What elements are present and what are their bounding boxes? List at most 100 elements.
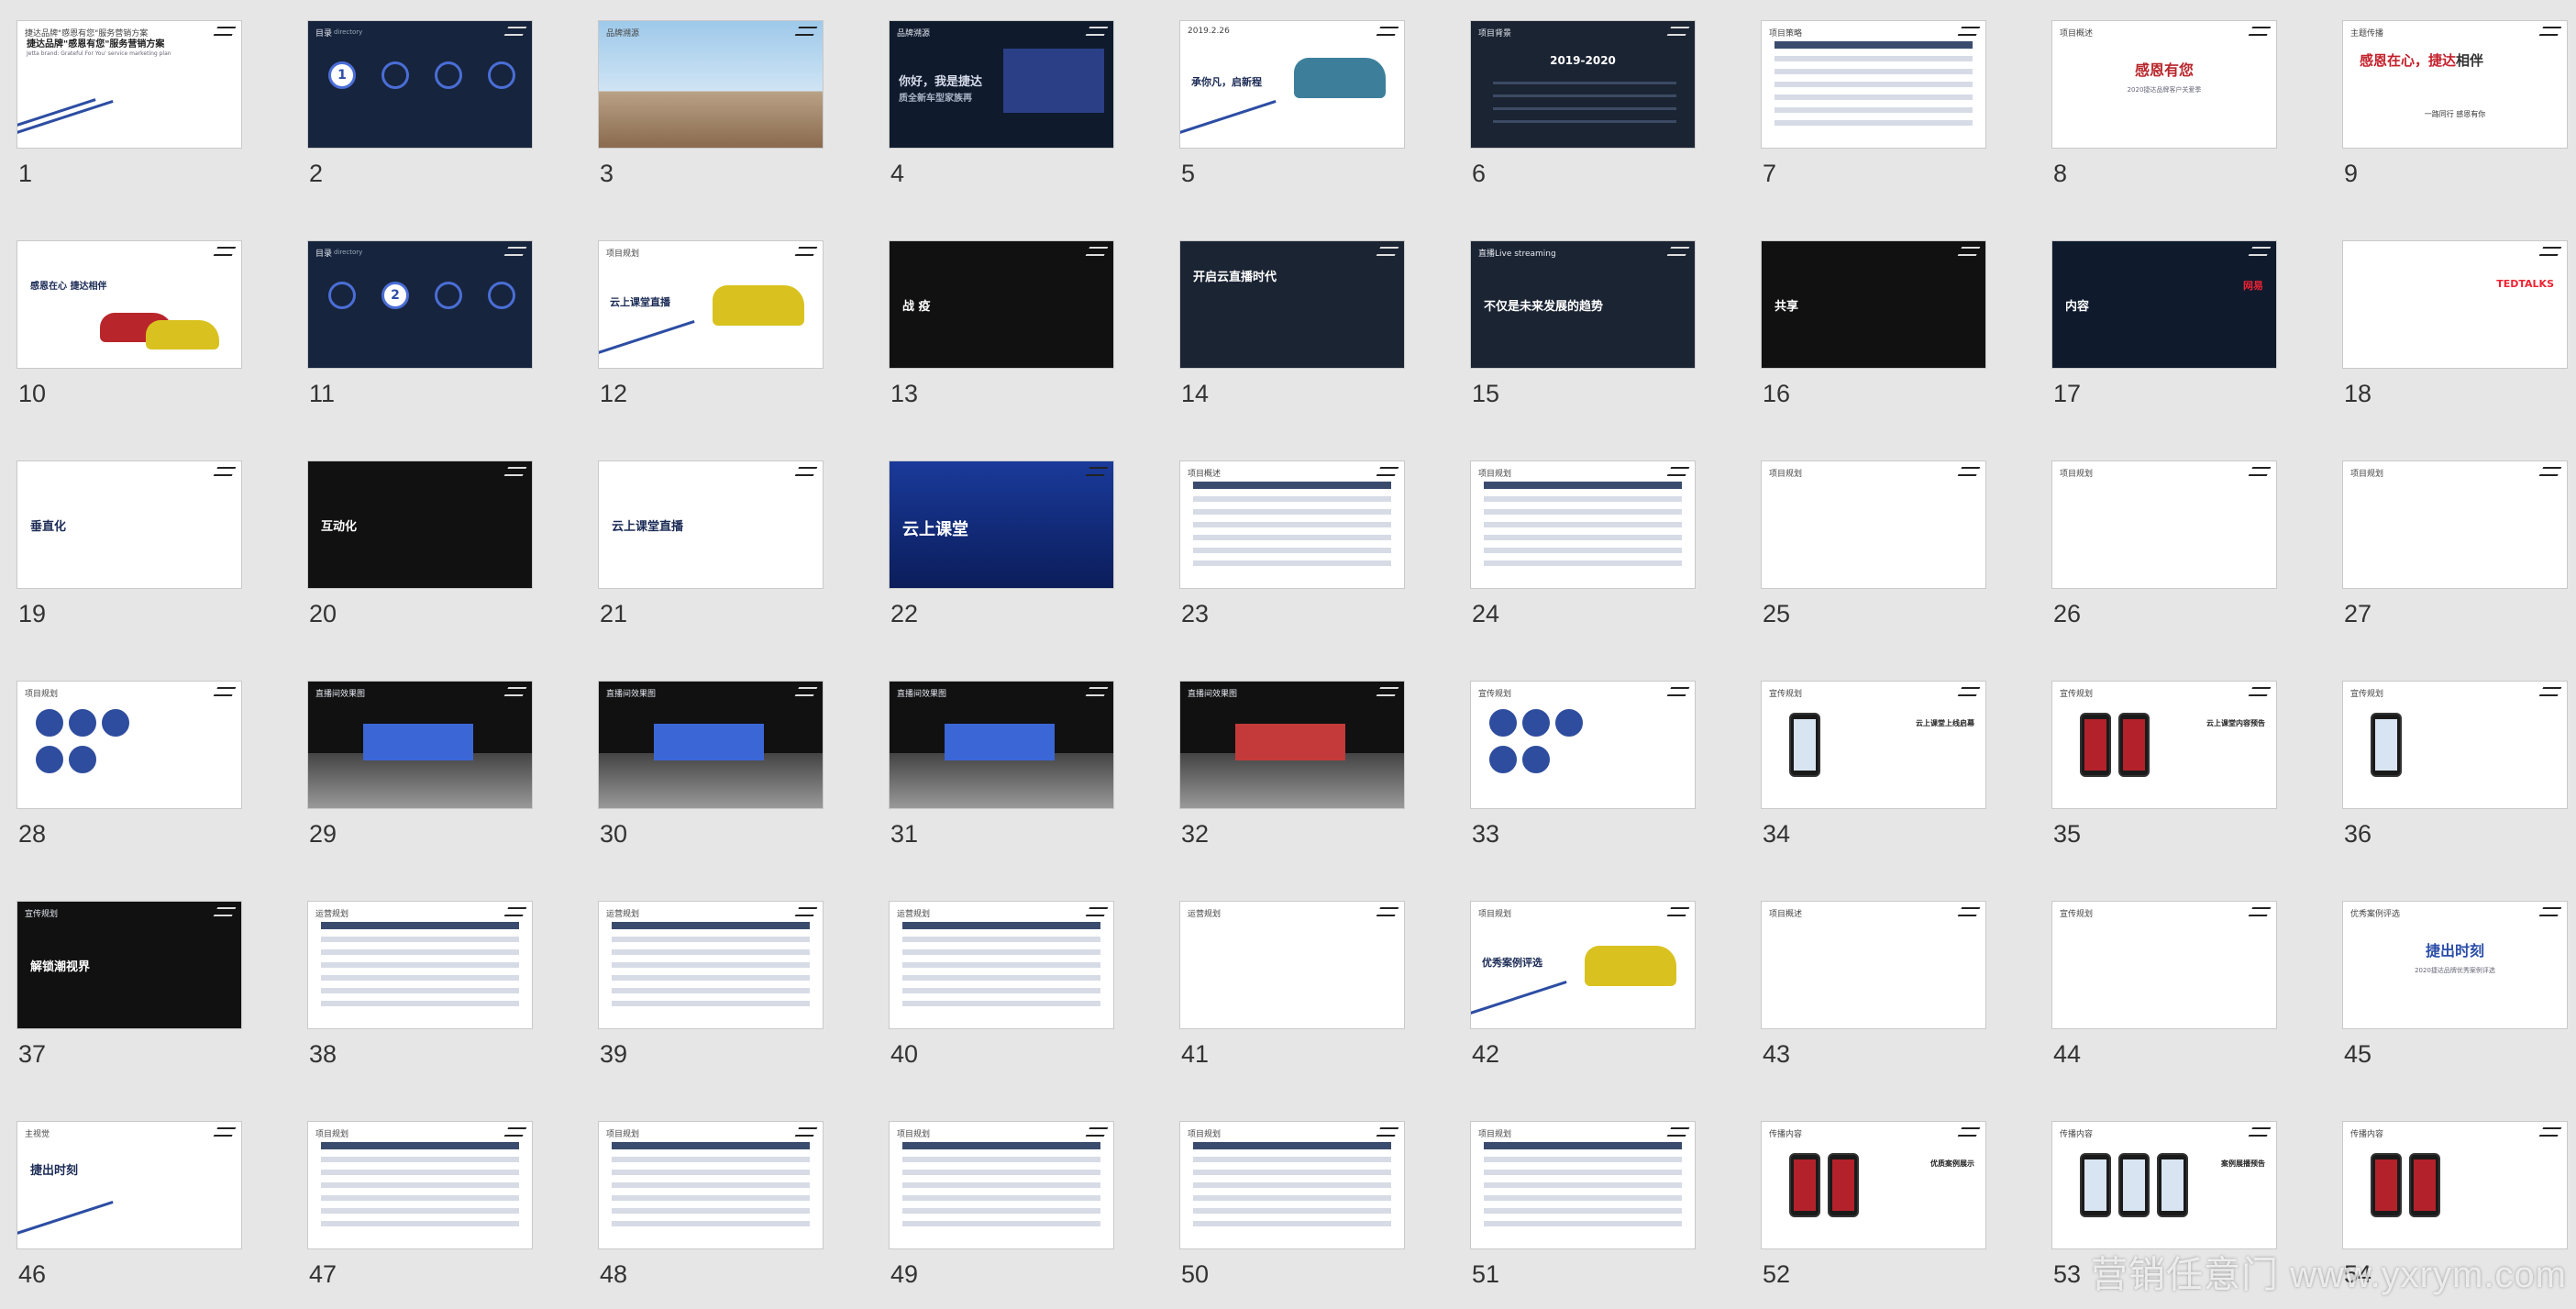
circle-node (1522, 709, 1550, 737)
slide-cell: 宣传规划 36 (2342, 681, 2568, 901)
slide-number: 41 (1181, 1040, 1210, 1068)
jetta-logo-icon (213, 467, 237, 476)
slide-thumbnail-36[interactable]: 宣传规划 (2342, 681, 2568, 809)
jetta-logo-icon (2538, 1127, 2562, 1137)
slide-thumbnail-20[interactable]: 互动化 (307, 460, 533, 589)
slide-thumbnail-43[interactable]: 项目概述 (1761, 901, 1986, 1029)
slide-thumbnail-8[interactable]: 项目概述 感恩有您 2020捷达品牌客户关爱季 (2051, 20, 2277, 149)
slide-thumbnail-12[interactable]: 项目规划 云上课堂直播 (598, 240, 824, 369)
slide-thumbnail-2[interactable]: 目录 directory 1 (307, 20, 533, 149)
jetta-logo-icon (503, 27, 527, 36)
slide-thumbnail-26[interactable]: 项目规划 (2051, 460, 2277, 589)
slide-number: 50 (1181, 1260, 1210, 1288)
table-row (321, 1157, 519, 1162)
slide-thumbnail-51[interactable]: 项目规划 (1470, 1121, 1696, 1249)
table-row (321, 975, 519, 981)
contents-ring-icon (488, 61, 515, 89)
table-row (1484, 496, 1682, 502)
slide-cell: 项目规划 27 (2342, 460, 2568, 681)
slide-thumbnail-31[interactable]: 直播间效果图 (889, 681, 1114, 809)
slide-thumbnail-46[interactable]: 主视觉 捷出时刻 (17, 1121, 242, 1249)
slide-thumbnail-34[interactable]: 宣传规划 云上课堂上线启幕 (1761, 681, 1986, 809)
slide-thumbnail-37[interactable]: 宣传规划 解锁潮视界 (17, 901, 242, 1029)
slide-thumbnail-4[interactable]: 品牌溯源 你好，我是捷达 质全新车型家族再 (889, 20, 1114, 149)
table-row (612, 1001, 810, 1006)
slide-thumbnail-32[interactable]: 直播间效果图 (1179, 681, 1405, 809)
slide-header: 项目规划 (2350, 470, 2384, 479)
slide-thumbnail-40[interactable]: 运营规划 (889, 901, 1114, 1029)
slide-cell: 直播间效果图 30 (598, 681, 824, 901)
slide-thumbnail-50[interactable]: 项目规划 (1179, 1121, 1405, 1249)
slide-text: 案例展播预告 (2221, 1159, 2265, 1168)
slide-thumbnail-54[interactable]: 传播内容 (2342, 1121, 2568, 1249)
jetta-logo-icon (1666, 247, 1690, 256)
slide-thumbnail-19[interactable]: 垂直化 (17, 460, 242, 589)
slide-thumbnail-29[interactable]: 直播间效果图 (307, 681, 533, 809)
table-row (1193, 1221, 1391, 1226)
slide-thumbnail-14[interactable]: 开启云直播时代 (1179, 240, 1405, 369)
jetta-logo-icon (1085, 687, 1109, 696)
slide-cell: 项目背景 2019-2020 6 (1470, 20, 1696, 240)
slide-header: 直播间效果图 (606, 690, 657, 699)
slide-thumbnail-15[interactable]: 直播Live streaming 不仅是未来发展的趋势 (1470, 240, 1696, 369)
slide-thumbnail-38[interactable]: 运营规划 (307, 901, 533, 1029)
slide-thumbnail-11[interactable]: 目录 directory 2 (307, 240, 533, 369)
table-header-bar (612, 1142, 810, 1149)
slide-cell: 项目策略 7 (1761, 20, 1986, 240)
slide-text: 质全新车型家族再 (899, 94, 972, 104)
jetta-logo-icon (1376, 27, 1399, 36)
slide-thumbnail-39[interactable]: 运营规划 (598, 901, 824, 1029)
phone-mockup (2080, 713, 2111, 777)
car-image (1294, 58, 1386, 98)
slide-number: 4 (890, 160, 905, 187)
slide-thumbnail-47[interactable]: 项目规划 (307, 1121, 533, 1249)
slide-text: 你好，我是捷达 (899, 75, 983, 89)
jetta-logo-icon (1666, 687, 1690, 696)
slide-text: 捷达品牌"感恩有您"服务营销方案 (27, 39, 165, 50)
slide-thumbnail-24[interactable]: 项目规划 (1470, 460, 1696, 589)
slide-thumbnail-28[interactable]: 项目规划 (17, 681, 242, 809)
slide-thumbnail-49[interactable]: 项目规划 (889, 1121, 1114, 1249)
slide-thumbnail-45[interactable]: 优秀案例评选 捷出时刻 2020捷达品牌优秀案例评选 (2342, 901, 2568, 1029)
slide-thumbnail-18[interactable]: 精品化 TEDTALKS (2342, 240, 2568, 369)
slide-thumbnail-30[interactable]: 直播间效果图 (598, 681, 824, 809)
slide-cell: 精品化 TEDTALKS 18 (2342, 240, 2568, 460)
slide-thumbnail-16[interactable]: 共享 (1761, 240, 1986, 369)
slide-number: 37 (18, 1040, 47, 1068)
slide-thumbnail-27[interactable]: 项目规划 (2342, 460, 2568, 589)
decor-stripe (17, 1200, 114, 1237)
slide-thumbnail-7[interactable]: 项目策略 (1761, 20, 1986, 149)
slide-thumbnail-23[interactable]: 项目概述 (1179, 460, 1405, 589)
slide-header: 直播间效果图 (1188, 690, 1238, 699)
slide-thumbnail-13[interactable]: 战 疫 (889, 240, 1114, 369)
slide-thumbnail-10[interactable]: 感恩在心 捷达相伴 (17, 240, 242, 369)
slide-thumbnail-25[interactable]: 项目规划 (1761, 460, 1986, 589)
slide-thumbnail-9[interactable]: 主题传播 感恩在心，捷达相伴 一路同行 感恩有你 (2342, 20, 2568, 149)
slide-text: 开启云直播时代 (1193, 271, 1277, 284)
slide-thumbnail-5[interactable]: 2019.2.26 承你凡，启新程 (1179, 20, 1405, 149)
slide-number: 22 (890, 600, 919, 627)
slide-thumbnail-21[interactable]: 云上课堂直播 (598, 460, 824, 589)
slide-number: 30 (600, 820, 628, 848)
jetta-logo-icon (1666, 1127, 1690, 1137)
jetta-logo-icon (1666, 907, 1690, 916)
slide-thumbnail-17[interactable]: 内容 网易 (2051, 240, 2277, 369)
slide-header: 运营规划 (315, 910, 349, 919)
table-row (902, 1001, 1100, 1006)
slide-thumbnail-41[interactable]: 运营规划 (1179, 901, 1405, 1029)
slide-thumbnail-3[interactable]: 品牌溯源 (598, 20, 824, 149)
slide-thumbnail-22[interactable]: 云上课堂 (889, 460, 1114, 589)
table-row (1484, 1195, 1682, 1201)
slide-thumbnail-1[interactable]: 捷达品牌"感恩有您"服务营销方案 捷达品牌"感恩有您"服务营销方案 Jetta br… (17, 20, 242, 149)
jetta-logo-icon (503, 1127, 527, 1137)
slide-thumbnail-52[interactable]: 传播内容 优质案例展示 (1761, 1121, 1986, 1249)
slide-thumbnail-48[interactable]: 项目规划 (598, 1121, 824, 1249)
slide-thumbnail-44[interactable]: 宣传规划 (2051, 901, 2277, 1029)
slide-thumbnail-42[interactable]: 项目规划 优秀案例评选 (1470, 901, 1696, 1029)
slide-thumbnail-33[interactable]: 宣传规划 (1470, 681, 1696, 809)
slide-thumbnail-6[interactable]: 项目背景 2019-2020 (1470, 20, 1696, 149)
table-row (1193, 1157, 1391, 1162)
table-row (1193, 496, 1391, 502)
slide-thumbnail-35[interactable]: 宣传规划 云上课堂内容预告 (2051, 681, 2277, 809)
slide-thumbnail-53[interactable]: 传播内容 案例展播预告 (2051, 1121, 2277, 1249)
